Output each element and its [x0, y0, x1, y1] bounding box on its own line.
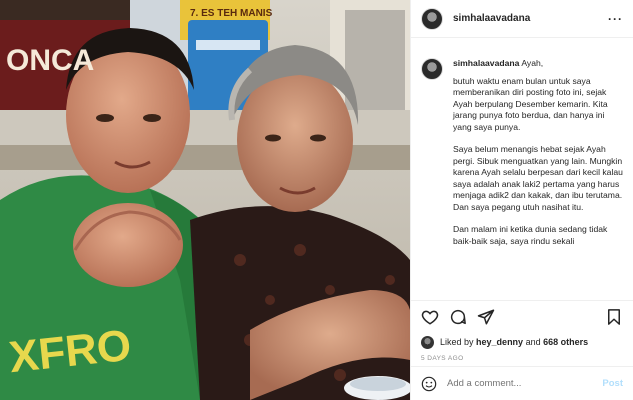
share-icon[interactable] [477, 308, 495, 326]
post-sidebar: simhalaavadana ··· simhalaavadana Ayah, … [410, 0, 633, 400]
comment-bar: Post [411, 366, 633, 400]
photo-sign-left: ONCA [6, 44, 94, 77]
header-username[interactable]: simhalaavadana [453, 13, 608, 24]
caption-paragraph: butuh waktu enam bulan untuk saya member… [453, 75, 608, 132]
emoji-icon[interactable] [421, 376, 437, 392]
post-comment-button[interactable]: Post [602, 378, 623, 389]
caption-paragraph: Dan malam ini ketika dunia sedang tidak … [453, 224, 608, 246]
caption-text: simhalaavadana Ayah, butuh waktu enam bu… [453, 58, 623, 300]
caption-area: simhalaavadana Ayah, butuh waktu enam bu… [411, 38, 633, 300]
likes-line: Liked by hey_denny and 668 others [411, 332, 633, 350]
caption-username[interactable]: simhalaavadana [453, 58, 519, 68]
liker-username[interactable]: hey_denny [476, 337, 523, 347]
caption-avatar[interactable] [421, 58, 443, 80]
liker-avatar[interactable] [421, 335, 434, 349]
caption-opening: Ayah, [521, 58, 544, 68]
post-header: simhalaavadana ··· [411, 0, 633, 38]
caption-fade [411, 286, 633, 300]
caption-paragraph: Saya belum menangis hebat sejak Ayah per… [453, 144, 623, 212]
more-options-icon[interactable]: ··· [608, 12, 623, 26]
instagram-post: ONCA 7. ES TEH MANIS XFRO simhalaavadana… [0, 0, 633, 400]
avatar[interactable] [421, 7, 443, 30]
likes-count[interactable]: 668 others [543, 337, 588, 347]
post-date[interactable]: 5 DAYS AGO [411, 350, 633, 366]
comment-icon[interactable] [449, 308, 467, 326]
likes-prefix: Liked by [440, 337, 474, 347]
action-bar [411, 300, 633, 332]
comment-input[interactable] [447, 378, 603, 389]
post-photo[interactable]: ONCA 7. ES TEH MANIS XFRO [0, 0, 410, 400]
likes-conj: and [525, 337, 541, 347]
photo-illustration: ONCA 7. ES TEH MANIS XFRO [0, 0, 410, 400]
heart-icon[interactable] [421, 308, 439, 326]
photo-sign-middle: 7. ES TEH MANIS [190, 8, 273, 19]
bookmark-icon[interactable] [605, 308, 623, 326]
